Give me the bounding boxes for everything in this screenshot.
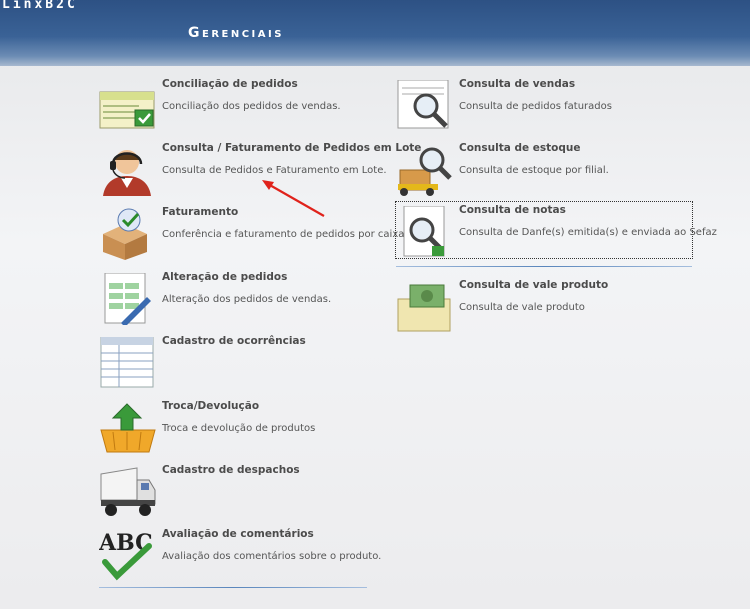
annotation-arrow (262, 180, 325, 217)
